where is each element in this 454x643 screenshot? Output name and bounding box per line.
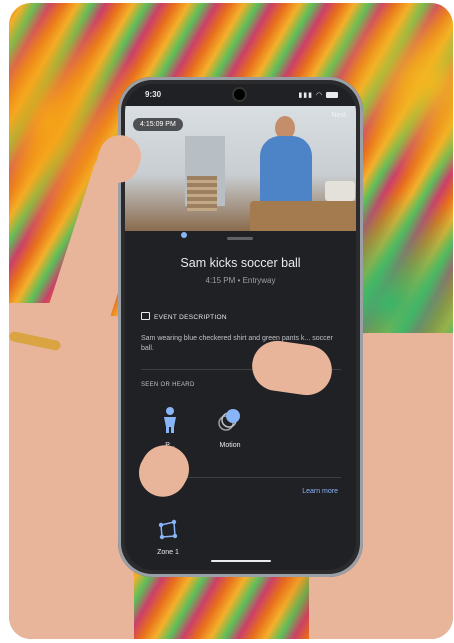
motion-icon [218, 409, 240, 431]
battery-icon [326, 92, 338, 98]
sheet-drag-handle[interactable] [227, 237, 253, 240]
video-table [250, 201, 356, 231]
video-person [260, 136, 312, 206]
video-timestamp: 4:15:09 PM [133, 118, 183, 131]
description-heading: EVENT DESCRIPTION [141, 312, 227, 321]
home-indicator[interactable] [211, 560, 271, 562]
person-icon [164, 407, 176, 433]
status-time: 9:30 [145, 90, 162, 99]
nest-watermark: Nest [331, 112, 346, 119]
status-bar: 9:30 ▮▮▮ ◠ [125, 84, 356, 108]
camera-video[interactable]: 4:15:09 PM Nest [125, 106, 356, 231]
event-location: Entryway [242, 276, 276, 285]
front-camera [234, 89, 245, 100]
seen-item-motion-label: Motion [219, 442, 241, 449]
seen-item-motion[interactable]: Motion [205, 406, 255, 449]
seen-heading: SEEN OR HEARD [141, 382, 195, 388]
event-time: 4:15 PM [205, 276, 236, 285]
zone-icon [158, 519, 178, 540]
description-icon [141, 312, 150, 320]
signal-icon: ▮▮▮ [298, 92, 313, 99]
event-title: Sam kicks soccer ball [180, 256, 301, 270]
event-subtitle: 4:15 PM • Entryway [125, 276, 356, 285]
zone-item-1[interactable]: Zone 1 [143, 519, 193, 556]
phone-screen: 9:30 ▮▮▮ ◠ 4:15:09 PM Nest Sam kicks soc… [125, 84, 356, 570]
zone-item-1-label: Zone 1 [157, 549, 179, 556]
seen-item-person[interactable]: P... [145, 406, 195, 449]
timeline-marker[interactable] [181, 232, 187, 238]
description-heading-label: EVENT DESCRIPTION [154, 314, 227, 321]
wifi-icon: ◠ [315, 92, 324, 99]
event-separator: • [237, 276, 241, 285]
learn-more-link[interactable]: Learn more [302, 488, 338, 495]
video-bowl [325, 181, 355, 201]
system-icons: ▮▮▮ ◠ [298, 91, 338, 99]
video-stairs [187, 176, 217, 211]
